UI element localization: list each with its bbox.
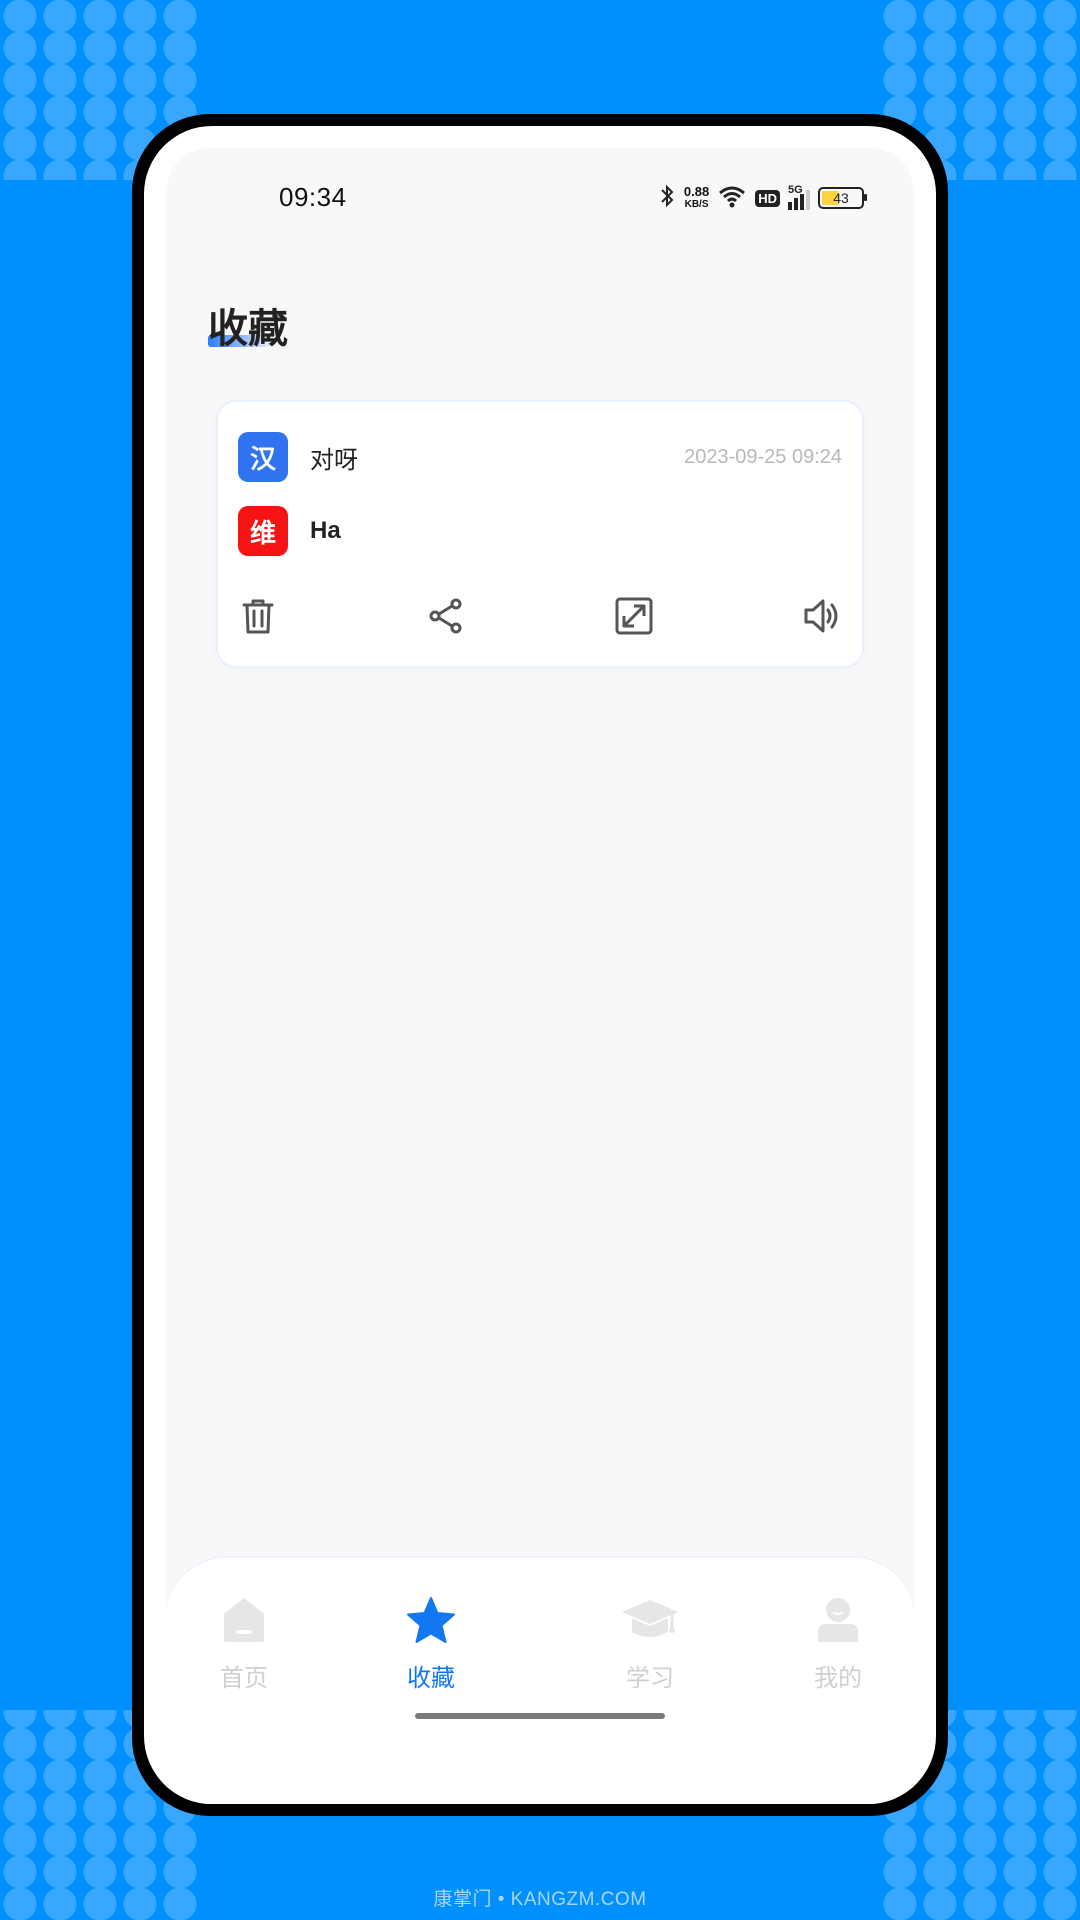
phone-frame: 09:34 0.88 KB/S HD 5G 43 收藏 汉 对呀 2023-09…	[132, 114, 948, 1816]
bluetooth-icon	[658, 184, 676, 213]
tab-profile[interactable]: 我的	[778, 1592, 898, 1693]
wifi-icon	[717, 184, 747, 213]
battery-icon: 43	[818, 187, 867, 209]
network-speed: 0.88 KB/S	[684, 185, 709, 211]
tab-home-label: 首页	[220, 1665, 268, 1692]
status-icons: 0.88 KB/S HD 5G 43	[658, 180, 867, 216]
share-button[interactable]	[426, 596, 466, 636]
source-text: 对呀	[310, 446, 358, 474]
trash-icon	[242, 599, 274, 634]
battery-level: 43	[833, 190, 849, 206]
favorite-card[interactable]: 汉 对呀 2023-09-25 09:24 维 Ha	[218, 402, 862, 666]
phone-screen: 09:34 0.88 KB/S HD 5G 43 收藏 汉 对呀 2023-09…	[144, 126, 936, 1804]
tab-profile-label: 我的	[814, 1665, 862, 1692]
speak-button[interactable]	[802, 596, 842, 636]
speaker-icon	[804, 599, 838, 633]
delete-button[interactable]	[238, 596, 278, 636]
expand-icon	[615, 597, 653, 635]
signal-icon: 5G	[788, 184, 810, 210]
network-type: 5G	[788, 184, 803, 196]
home-icon	[224, 1598, 264, 1642]
tab-study[interactable]: 学习	[590, 1592, 710, 1693]
star-icon	[407, 1597, 455, 1643]
tab-favorites-label: 收藏	[407, 1665, 455, 1692]
status-time: 09:34	[279, 182, 347, 212]
card-actions	[238, 596, 842, 636]
tab-favorites[interactable]: 收藏	[371, 1592, 491, 1693]
target-row: 维 Ha	[238, 506, 842, 556]
graduation-cap-icon	[622, 1600, 678, 1637]
expand-button[interactable]	[614, 596, 654, 636]
source-row: 汉 对呀 2023-09-25 09:24	[238, 432, 842, 482]
network-speed-unit: KB/S	[684, 199, 709, 210]
hd-badge: HD	[755, 189, 780, 207]
tab-home[interactable]: 首页	[184, 1592, 304, 1693]
bottom-tab-bar: 首页 收藏 学习 我的	[166, 1558, 914, 1804]
status-bar: 09:34 0.88 KB/S HD 5G 43	[166, 178, 914, 218]
source-lang-badge: 汉	[238, 432, 288, 482]
share-icon	[429, 598, 462, 634]
tab-study-label: 学习	[626, 1665, 674, 1692]
target-lang-badge: 维	[238, 506, 288, 556]
home-indicator[interactable]	[415, 1713, 665, 1719]
app-container: 09:34 0.88 KB/S HD 5G 43 收藏 汉 对呀 2023-09…	[166, 148, 914, 1804]
watermark: 康掌门 • KANGZM.COM	[433, 1889, 647, 1910]
network-speed-value: 0.88	[683, 184, 710, 199]
favorite-timestamp: 2023-09-25 09:24	[684, 445, 842, 468]
target-text: Ha	[310, 517, 341, 544]
page-title: 收藏	[208, 307, 288, 351]
user-icon	[818, 1598, 858, 1642]
